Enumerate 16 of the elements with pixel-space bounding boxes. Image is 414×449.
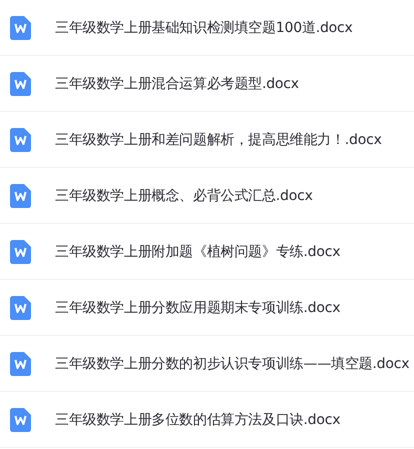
file-name[interactable]: 三年级数学上册分数的初步认识专项训练——填空题.docx (55, 354, 410, 372)
word-document-icon (10, 184, 31, 208)
word-document-icon (10, 408, 31, 432)
word-document-icon (10, 240, 31, 264)
file-name[interactable]: 三年级数学上册基础知识检测填空题100道.docx (55, 18, 353, 36)
word-document-icon (10, 72, 31, 96)
file-name[interactable]: 三年级数学上册混合运算必考题型.docx (55, 74, 299, 92)
file-name[interactable]: 三年级数学上册附加题《植树问题》专练.docx (55, 242, 340, 260)
file-name[interactable]: 三年级数学上册分数应用题期末专项训练.docx (55, 298, 340, 316)
file-name[interactable]: 三年级数学上册和差问题解析，提高思维能力！.docx (55, 130, 382, 148)
file-name[interactable]: 三年级数学上册多位数的估算方法及口诀.docx (55, 410, 340, 428)
word-document-icon (10, 352, 31, 376)
word-document-icon (10, 16, 31, 40)
word-document-icon (10, 296, 31, 320)
word-document-icon (10, 128, 31, 152)
file-name[interactable]: 三年级数学上册概念、必背公式汇总.docx (55, 186, 313, 204)
